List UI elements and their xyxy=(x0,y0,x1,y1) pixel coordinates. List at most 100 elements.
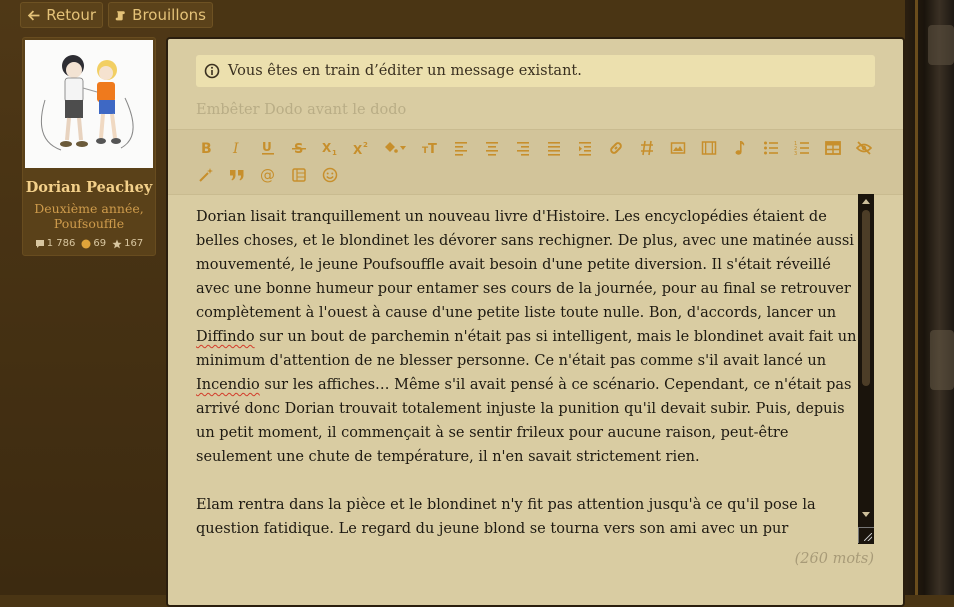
align-center-icon xyxy=(485,142,498,156)
strikethrough-icon: S xyxy=(291,142,306,156)
svg-text:B: B xyxy=(201,141,212,156)
align-right-button[interactable] xyxy=(507,137,538,159)
svg-text:1: 1 xyxy=(332,149,337,156)
drafts-button[interactable]: Brouillons xyxy=(108,2,213,28)
star-icon xyxy=(112,239,122,248)
author-stats: 1 786 69 167 xyxy=(23,238,155,249)
italic-icon: I xyxy=(232,141,239,156)
toolbar-row: B I U S X1 X2 TT 123 xyxy=(190,137,879,159)
scroll-icon xyxy=(115,10,125,20)
drafts-label: Brouillons xyxy=(132,6,206,24)
svg-text:I: I xyxy=(232,141,239,156)
spoiler-icon xyxy=(291,168,306,182)
svg-text:X: X xyxy=(353,143,363,156)
hashtag-icon xyxy=(640,140,653,156)
hide-icon xyxy=(855,141,872,155)
emoji-button[interactable] xyxy=(314,164,345,186)
indent-button[interactable] xyxy=(569,137,600,159)
mention-icon: @ xyxy=(260,167,275,183)
message-paragraph: Elam rentra dans la pièce et le blondine… xyxy=(196,497,816,537)
font-size-icon: TT xyxy=(422,142,437,156)
link-icon xyxy=(609,142,622,154)
coin-icon xyxy=(81,239,91,248)
mention-button[interactable]: @ xyxy=(252,164,283,186)
magic-wand-button[interactable] xyxy=(190,164,221,186)
author-profile-card: Dorian Peachey Deuxième année, Poufsouff… xyxy=(22,37,156,256)
message-count: 1 786 xyxy=(35,238,76,249)
align-right-icon xyxy=(516,142,529,156)
underline-button[interactable]: U xyxy=(252,137,283,159)
back-button[interactable]: Retour xyxy=(20,2,103,28)
quote-icon xyxy=(229,170,243,181)
resize-handle[interactable] xyxy=(858,527,874,543)
table-button[interactable] xyxy=(817,137,848,159)
superscript-icon: X2 xyxy=(353,141,368,156)
svg-text:@: @ xyxy=(260,167,275,183)
misspelled-word: Incendio xyxy=(196,377,260,393)
superscript-button[interactable]: X2 xyxy=(345,137,376,159)
editor-panel: Vous êtes en train d’éditer un message e… xyxy=(166,37,905,607)
image-icon xyxy=(670,142,685,154)
bullet-list-icon xyxy=(763,141,778,155)
stars-count: 167 xyxy=(112,238,143,249)
title-input[interactable]: Embêter Dodo avant le dodo xyxy=(196,97,875,123)
stars-count-value: 167 xyxy=(124,238,144,249)
align-justify-button[interactable] xyxy=(538,137,569,159)
misspelled-word: Diffindo xyxy=(196,329,255,345)
subscript-icon: X1 xyxy=(322,141,337,156)
table-icon xyxy=(824,141,841,155)
music-icon xyxy=(735,141,744,155)
video-icon xyxy=(701,141,716,155)
toolbar-row: @ xyxy=(190,164,345,186)
paragraph-text: Dorian lisait tranquillement un nouveau … xyxy=(196,209,854,321)
strikethrough-button[interactable]: S xyxy=(283,137,314,159)
fill-color-icon xyxy=(385,142,406,153)
spoiler-button[interactable] xyxy=(283,164,314,186)
video-button[interactable] xyxy=(693,137,724,159)
numbered-list-button[interactable]: 123 xyxy=(786,137,817,159)
textarea-scrollbar[interactable] xyxy=(858,194,874,544)
align-justify-icon xyxy=(547,142,560,156)
italic-button[interactable]: I xyxy=(221,137,252,159)
quote-button[interactable] xyxy=(221,164,252,186)
svg-text:T: T xyxy=(428,142,437,156)
scroll-thumb[interactable] xyxy=(862,210,870,386)
bold-icon: B xyxy=(201,141,212,156)
bold-button[interactable]: B xyxy=(190,137,221,159)
speech-bubble-icon xyxy=(35,239,44,248)
paragraph-text: sur un bout de parchemin n'était pas si … xyxy=(196,329,857,369)
message-paragraph: Dorian lisait tranquillement un nouveau … xyxy=(196,205,862,469)
indent-icon xyxy=(578,142,591,156)
hide-button[interactable] xyxy=(848,137,879,159)
edit-notice-text: Vous êtes en train d’éditer un message e… xyxy=(228,63,582,79)
message-count-value: 1 786 xyxy=(46,238,76,249)
subscript-button[interactable]: X1 xyxy=(314,137,345,159)
align-left-button[interactable] xyxy=(445,137,476,159)
scroll-up-arrow[interactable] xyxy=(862,199,870,204)
author-name[interactable]: Dorian Peachey xyxy=(23,179,155,196)
right-background-detail xyxy=(928,25,954,65)
author-house: Poufsouffle xyxy=(53,216,125,231)
bullet-list-button[interactable] xyxy=(755,137,786,159)
music-button[interactable] xyxy=(724,137,755,159)
font-size-button[interactable]: TT xyxy=(414,137,445,159)
right-background xyxy=(905,0,954,595)
align-center-button[interactable] xyxy=(476,137,507,159)
right-background-strip xyxy=(915,0,918,595)
svg-text:3: 3 xyxy=(794,151,797,156)
author-rank: Deuxième année, Poufsouffle xyxy=(23,201,155,231)
points-count-value: 69 xyxy=(93,238,107,249)
hashtag-button[interactable] xyxy=(631,137,662,159)
image-button[interactable] xyxy=(662,137,693,159)
message-textarea[interactable]: Dorian lisait tranquillement un nouveau … xyxy=(196,205,862,545)
numbered-list-icon: 123 xyxy=(794,141,809,156)
align-left-icon xyxy=(454,142,467,156)
scroll-down-arrow[interactable] xyxy=(862,512,870,517)
points-count: 69 xyxy=(81,238,106,249)
paragraph-text: sur les affiches… Même s'il avait pensé … xyxy=(196,377,852,465)
fill-color-dropdown[interactable] xyxy=(376,137,414,159)
author-rank-line: Deuxième année, xyxy=(34,201,144,216)
emoji-icon xyxy=(322,167,337,183)
info-icon xyxy=(204,63,220,79)
link-button[interactable] xyxy=(600,137,631,159)
